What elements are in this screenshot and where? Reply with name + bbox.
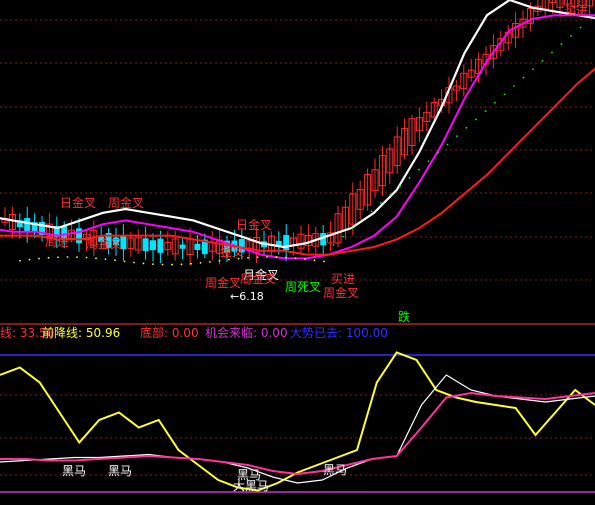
signal-dot xyxy=(218,259,221,262)
signal-dot xyxy=(190,262,192,265)
osc-pink-line xyxy=(0,391,595,476)
osc-label: 黑马 xyxy=(62,464,86,478)
annotation-label: 日金叉 xyxy=(60,195,96,210)
signal-dot xyxy=(332,243,335,246)
annotation-label: 周进 xyxy=(45,235,69,249)
candle-body xyxy=(142,238,149,251)
osc-white-line xyxy=(0,374,595,484)
signal-dot xyxy=(323,260,325,263)
indicator-value-label: 大势已去: 100.00 xyxy=(290,326,388,340)
annotation-label: 周金叉 xyxy=(240,271,276,286)
signal-dot xyxy=(285,256,287,259)
signal-dot xyxy=(342,235,344,238)
signal-dot xyxy=(446,143,449,146)
signal-dot xyxy=(66,256,69,258)
signal-dot xyxy=(465,126,468,129)
annotation-label: 周金叉 xyxy=(86,236,122,251)
signal-dot xyxy=(513,85,515,87)
ma-long-line xyxy=(0,67,595,256)
signal-dot xyxy=(161,263,164,266)
signal-dot xyxy=(199,261,202,264)
annotation-label: 买进 xyxy=(564,4,588,18)
signal-dot xyxy=(76,256,78,258)
price-low-label: ←6.18 xyxy=(230,290,264,303)
signal-dot xyxy=(475,118,477,121)
candle-body xyxy=(157,238,164,253)
signal-dot xyxy=(503,93,506,96)
signal-dot xyxy=(123,260,126,263)
signal-dot xyxy=(494,101,496,104)
signal-dot xyxy=(114,259,116,262)
annotation-label: 买进 xyxy=(331,272,355,286)
signal-dot xyxy=(304,258,306,261)
chart-canvas: 日金叉 周金叉周进 周金叉日金叉金叉月金叉周金叉 周死叉 周金叉买进周金叉买进跌←6.1… xyxy=(0,0,595,493)
annotation-label: 跌 xyxy=(398,309,410,324)
annotation-label: 日金叉 xyxy=(236,217,272,232)
candle-body xyxy=(194,243,201,251)
signal-dot xyxy=(408,177,411,179)
signal-dot xyxy=(361,218,363,221)
signal-dot xyxy=(256,256,259,259)
osc-label: 大黑马 xyxy=(233,479,269,493)
signal-dot xyxy=(351,227,354,230)
signal-dot xyxy=(85,256,88,259)
indicator-value-label: 前降线: 50.96 xyxy=(42,325,120,340)
osc-label: 黑马 xyxy=(323,463,347,477)
stock-chart-window: 日金叉 周金叉 周进 周金叉 日金叉 金叉 月金叉 周金叉 周死叉 周金叉 买进 周金叉 买进跌 ←6.1… xyxy=(0,0,595,505)
signal-dot xyxy=(133,261,135,264)
signal-dot xyxy=(551,51,553,54)
signal-dot xyxy=(171,263,173,266)
signal-dot xyxy=(560,43,563,46)
ma-mid-line xyxy=(0,14,595,260)
signal-dot xyxy=(437,151,439,154)
annotation-label: 周金叉 xyxy=(108,195,144,210)
signal-dot xyxy=(522,76,525,79)
signal-dot xyxy=(399,185,401,188)
candle-body xyxy=(179,244,186,249)
signal-dot xyxy=(313,259,316,262)
signal-dot xyxy=(427,160,430,163)
signal-dot xyxy=(541,60,544,62)
signal-dot xyxy=(389,193,392,196)
signal-dot xyxy=(209,260,211,263)
indicator-value-label: 底部: 0.00 xyxy=(140,325,199,340)
indicator-value-label: 机会来临: 0.00 xyxy=(205,326,288,340)
signal-dot xyxy=(57,256,59,259)
annotation-label: 周死叉 xyxy=(285,280,321,294)
signal-dot xyxy=(28,258,31,261)
annotation-label: 周金叉 xyxy=(205,275,241,290)
signal-dot xyxy=(247,256,249,259)
osc-label: 黑马 xyxy=(108,464,132,478)
signal-dot xyxy=(38,257,40,260)
signal-dot xyxy=(579,26,582,29)
candle-body xyxy=(24,218,31,233)
candle-body xyxy=(150,240,156,251)
signal-dot xyxy=(180,263,183,266)
signal-dot xyxy=(380,202,382,204)
signal-dot xyxy=(104,258,107,261)
signal-dot xyxy=(294,257,297,260)
signal-dot xyxy=(266,256,268,258)
signal-dot xyxy=(47,256,50,259)
osc-yellow-line xyxy=(0,351,595,492)
signal-dot xyxy=(570,34,572,37)
signal-dot xyxy=(484,110,487,112)
annotation-label: 周金叉 xyxy=(323,285,359,300)
signal-dot xyxy=(95,257,97,260)
annotation-label: 金叉 xyxy=(220,244,244,259)
signal-dot xyxy=(532,68,534,71)
signal-dot xyxy=(370,210,373,213)
signal-dot xyxy=(19,259,21,262)
signal-dot xyxy=(152,263,154,266)
signal-dot xyxy=(275,256,278,259)
signal-dot xyxy=(142,262,145,265)
signal-dot xyxy=(456,135,458,138)
signal-dot xyxy=(418,168,420,171)
